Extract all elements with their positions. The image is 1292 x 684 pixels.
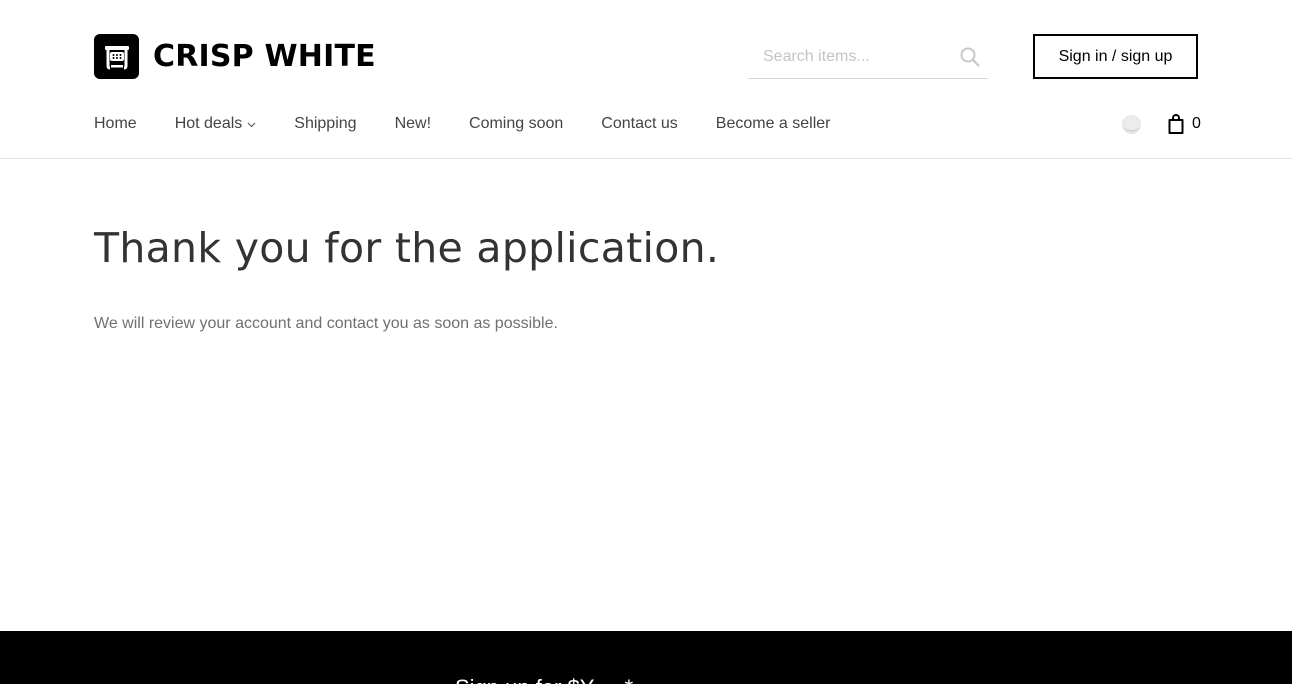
nav-item-label: Hot deals — [174, 115, 243, 132]
search-icon[interactable] — [960, 47, 980, 67]
nav-item-label: Home — [94, 115, 137, 132]
nav-item-coming-soon[interactable]: Coming soon — [469, 113, 563, 135]
page-title: Thank you for the application. — [94, 224, 720, 272]
confirmation-message: We will review your account and contact … — [94, 315, 558, 332]
cart-button[interactable]: 0 — [1166, 113, 1201, 135]
logo-text: CRISP WHITE — [153, 39, 376, 74]
logo-link[interactable]: CRISP WHITE — [94, 34, 376, 79]
site-header: CRISP WHITE Sign in / sign up Home Hot d… — [0, 0, 1292, 159]
shopping-bag-icon — [1168, 114, 1184, 134]
footer-signup-text: Sign up for $Y ... * — [455, 675, 633, 684]
site-footer: Sign up for $Y ... * — [0, 631, 1292, 684]
chevron-down-icon — [247, 122, 256, 127]
nav-item-label: Coming soon — [469, 115, 564, 132]
nav-item-become-seller[interactable]: Become a seller — [716, 113, 831, 135]
theme-toggle-icon[interactable] — [1121, 114, 1142, 135]
main-content: Thank you for the application. We will r… — [94, 222, 1194, 333]
search-input[interactable] — [748, 48, 948, 66]
main-nav: Home Hot deals Shipping New! Coming soon… — [94, 113, 869, 135]
nav-item-contact-us[interactable]: Contact us — [601, 113, 677, 135]
nav-item-hot-deals[interactable]: Hot deals — [175, 113, 257, 135]
sign-in-button[interactable]: Sign in / sign up — [1033, 34, 1198, 79]
nav-item-label: Shipping — [294, 115, 357, 132]
nav-item-home[interactable]: Home — [94, 113, 137, 135]
search-box — [748, 36, 988, 79]
nav-item-new[interactable]: New! — [395, 113, 431, 135]
nav-item-label: Contact us — [601, 115, 678, 132]
cart-count: 0 — [1192, 115, 1201, 132]
nav-item-shipping[interactable]: Shipping — [294, 113, 356, 135]
nav-item-label: New! — [394, 115, 432, 132]
nav-item-label: Become a seller — [715, 115, 831, 132]
shop-logo-icon — [94, 34, 139, 79]
